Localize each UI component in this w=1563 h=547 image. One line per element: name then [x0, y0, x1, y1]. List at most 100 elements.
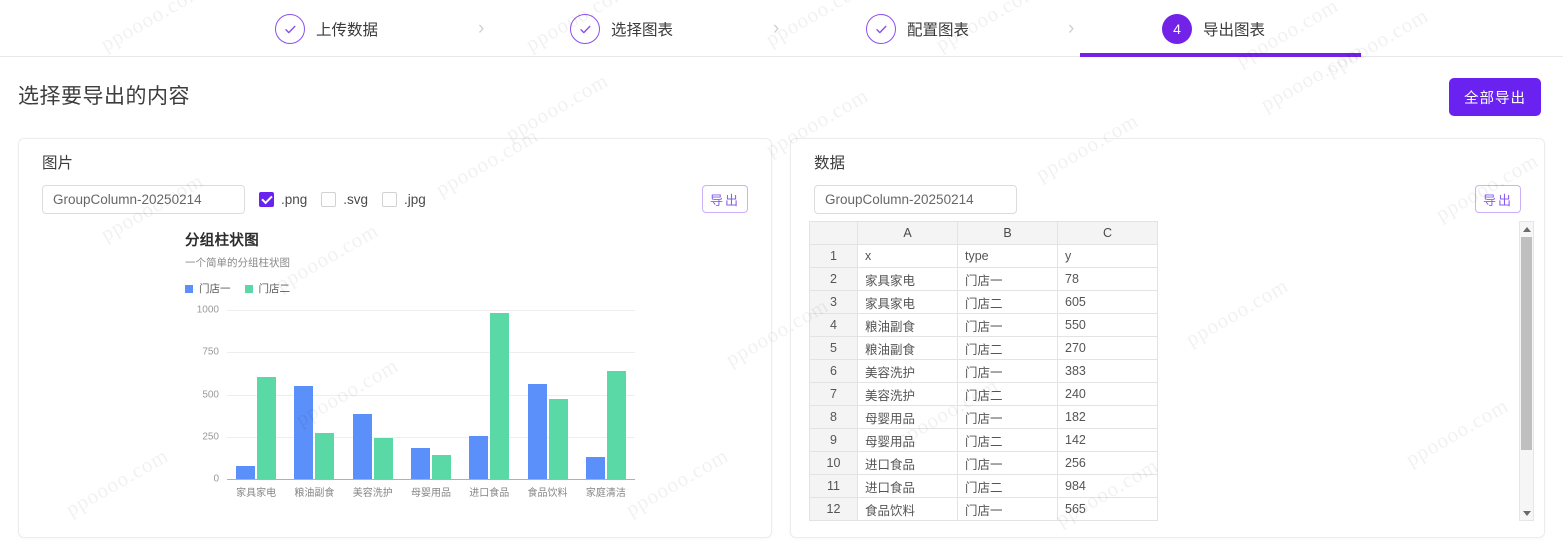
table-cell[interactable]: 门店二	[957, 336, 1058, 360]
table-cell[interactable]: 605	[1057, 290, 1158, 314]
column-header-B[interactable]: B	[957, 221, 1058, 245]
table-row[interactable]: 9 母婴用品 门店二 142	[809, 428, 1158, 452]
bar[interactable]	[585, 457, 605, 479]
table-cell[interactable]: 240	[1057, 382, 1158, 406]
row-number: 9	[809, 428, 858, 452]
scrollbar-thumb[interactable]	[1521, 237, 1532, 450]
legend-item-1[interactable]: 门店二	[244, 281, 290, 296]
table-cell[interactable]: 家具家电	[857, 290, 958, 314]
checkbox-checked-icon[interactable]	[259, 192, 274, 207]
table-cell[interactable]: 门店一	[957, 313, 1058, 337]
table-cell[interactable]: 门店一	[957, 405, 1058, 429]
table-row[interactable]: 10 进口食品 门店一 256	[809, 451, 1158, 475]
bar[interactable]	[410, 448, 430, 479]
row-number: 10	[809, 451, 858, 475]
table-cell[interactable]: 粮油副食	[857, 313, 958, 337]
chart-y-axis: 0 250 500 750 1000	[185, 305, 225, 485]
table-cell[interactable]: 门店一	[957, 451, 1058, 475]
check-icon	[570, 14, 600, 44]
table-cell[interactable]: 78	[1057, 267, 1158, 291]
column-header-rownum[interactable]	[809, 221, 858, 245]
stepper-step-1[interactable]: 上传数据	[275, 13, 378, 45]
bar[interactable]	[431, 455, 451, 479]
table-cell[interactable]: x	[857, 244, 958, 268]
bar[interactable]	[352, 414, 372, 479]
table-cell[interactable]: type	[957, 244, 1058, 268]
column-header-C[interactable]: C	[1057, 221, 1158, 245]
table-cell[interactable]: 270	[1057, 336, 1158, 360]
bar[interactable]	[606, 370, 626, 479]
table-cell[interactable]: 母婴用品	[857, 405, 958, 429]
bar[interactable]	[257, 376, 277, 479]
checkbox-icon[interactable]	[382, 192, 398, 207]
table-cell[interactable]: 母婴用品	[857, 428, 958, 452]
row-number: 1	[809, 244, 858, 268]
stepper-step-label: 上传数据	[316, 22, 379, 39]
format-option-svg[interactable]: .svg	[321, 192, 368, 207]
image-filename-input[interactable]	[42, 185, 245, 214]
table-cell[interactable]: 进口食品	[857, 451, 958, 475]
table-row[interactable]: 6 美容洗护 门店一 383	[809, 359, 1158, 383]
table-cell[interactable]: 门店一	[957, 267, 1058, 291]
table-cell[interactable]: 食品饮料	[857, 497, 958, 521]
table-row[interactable]: 1 x type y	[809, 244, 1158, 268]
x-axis-label: 母婴用品	[410, 488, 451, 499]
table-row[interactable]: 7 美容洗护 门店二 240	[809, 382, 1158, 406]
table-cell[interactable]: 383	[1057, 359, 1158, 383]
bar[interactable]	[315, 433, 335, 479]
scroll-up-icon[interactable]	[1520, 222, 1533, 236]
table-row[interactable]: 8 母婴用品 门店一 182	[809, 405, 1158, 429]
table-cell[interactable]: 门店一	[957, 497, 1058, 521]
export-data-button[interactable]: 导出	[1475, 185, 1521, 213]
table-cell[interactable]: 142	[1057, 428, 1158, 452]
table-cell[interactable]: 182	[1057, 405, 1158, 429]
table-cell[interactable]: 门店一	[957, 359, 1058, 383]
x-axis-label: 家具家电	[236, 488, 277, 499]
export-all-button[interactable]: 全部导出	[1449, 78, 1541, 116]
table-row[interactable]: 3 家具家电 门店二 605	[809, 290, 1158, 314]
table-row[interactable]: 4 粮油副食 门店一 550	[809, 313, 1158, 337]
table-row[interactable]: 5 粮油副食 门店二 270	[809, 336, 1158, 360]
table-row[interactable]: 2 家具家电 门店一 78	[809, 267, 1158, 291]
scroll-down-icon[interactable]	[1520, 506, 1533, 520]
table-cell[interactable]: 门店二	[957, 290, 1058, 314]
chart-bars	[227, 310, 635, 479]
bar[interactable]	[294, 386, 314, 479]
table-row[interactable]: 11 进口食品 门店二 984	[809, 474, 1158, 498]
column-header-A[interactable]: A	[857, 221, 958, 245]
row-number: 7	[809, 382, 858, 406]
bar[interactable]	[236, 465, 256, 479]
table-cell[interactable]: 550	[1057, 313, 1158, 337]
table-cell[interactable]: 粮油副食	[857, 336, 958, 360]
table-cell[interactable]: 门店二	[957, 428, 1058, 452]
legend-item-0[interactable]: 门店一	[185, 281, 231, 296]
bar-group	[402, 310, 460, 479]
bar[interactable]	[527, 383, 547, 479]
bar[interactable]	[490, 312, 510, 479]
table-cell[interactable]: 家具家电	[857, 267, 958, 291]
table-cell[interactable]: 984	[1057, 474, 1158, 498]
checkbox-icon[interactable]	[321, 192, 337, 207]
table-header-row: ABC	[809, 221, 1158, 245]
format-option-png[interactable]: .png	[259, 192, 307, 207]
x-axis-label: 进口食品	[469, 488, 510, 499]
stepper-step-2[interactable]: 选择图表	[570, 13, 673, 45]
table-cell[interactable]: 门店二	[957, 382, 1058, 406]
bar[interactable]	[469, 435, 489, 479]
table-row[interactable]: 12 食品饮料 门店一 565	[809, 497, 1158, 521]
stepper-step-3[interactable]: 配置图表	[866, 13, 969, 45]
table-cell[interactable]: 门店二	[957, 474, 1058, 498]
table-cell[interactable]: y	[1057, 244, 1158, 268]
format-option-jpg[interactable]: .jpg	[382, 192, 426, 207]
table-cell[interactable]: 进口食品	[857, 474, 958, 498]
bar[interactable]	[373, 438, 393, 479]
bar[interactable]	[548, 398, 568, 479]
table-cell[interactable]: 256	[1057, 451, 1158, 475]
table-cell[interactable]: 565	[1057, 497, 1158, 521]
export-image-button[interactable]: 导出	[702, 185, 748, 213]
table-cell[interactable]: 美容洗护	[857, 359, 958, 383]
stepper-step-4[interactable]: 4 导出图表	[1162, 13, 1265, 45]
table-cell[interactable]: 美容洗护	[857, 382, 958, 406]
data-filename-input[interactable]	[814, 185, 1017, 214]
data-table-scrollbar[interactable]	[1519, 221, 1534, 521]
